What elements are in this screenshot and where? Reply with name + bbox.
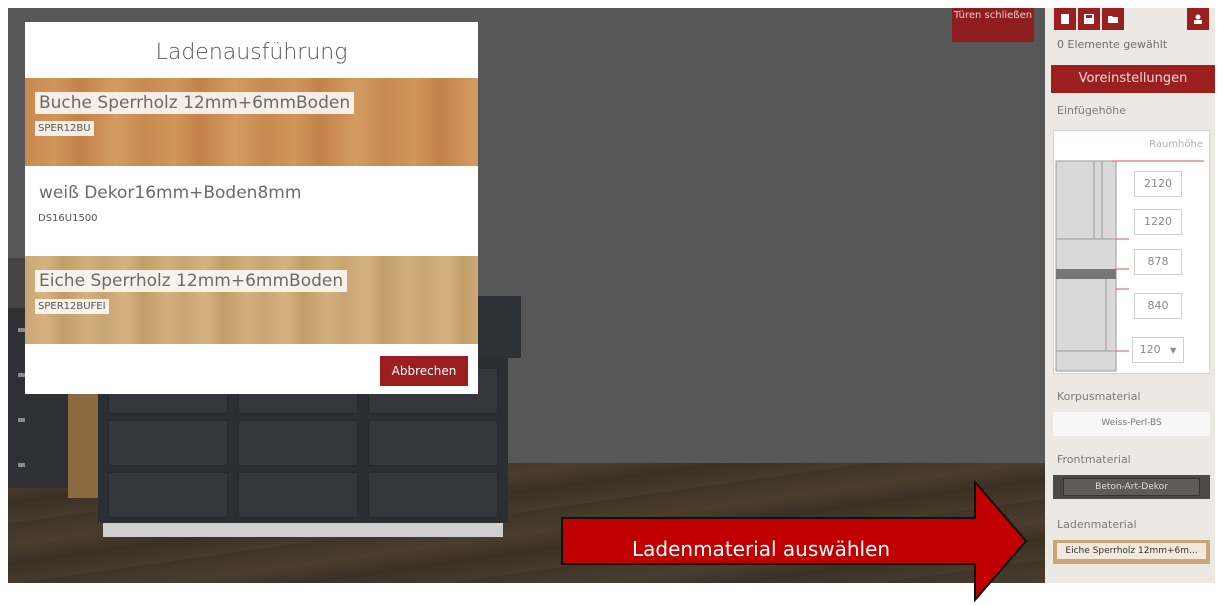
file-icon [1061,14,1069,24]
height-select-120[interactable]: 120 ▼ [1132,337,1184,363]
selection-count: 0 Elemente gewählt [1057,38,1168,51]
drawer [238,472,358,518]
drawer-finish-dialog: Ladenausführung Buche Sperrholz 12mm+6mm… [25,22,478,394]
save-icon [1084,14,1094,24]
drawer [108,472,228,518]
height-select-value: 120 [1139,343,1161,356]
height-field-878[interactable]: 878 [1134,249,1182,275]
front-material-label: Frontmaterial [1057,453,1131,466]
open-folder-button[interactable] [1102,8,1124,30]
body-material-label: Korpusmaterial [1057,390,1141,403]
option-code: DS16U1500 [38,213,98,224]
insert-height-label: Einfügehöhe [1057,104,1127,117]
close-doors-label: Türen schließen [953,10,1033,21]
cabinet-knob [18,463,25,467]
presets-button[interactable]: Voreinstellungen [1051,65,1215,93]
body-material-field[interactable]: Weiss-Perl-BS [1053,412,1210,436]
cabinet-knob [18,418,25,422]
app-screen: Türen schließen 0 Elemente gewählt Vorei… [0,0,1223,605]
user-button[interactable] [1187,8,1209,30]
front-material-field[interactable]: Beton-Art-Dekor [1053,475,1210,499]
cabinet-knob [18,373,25,377]
dresser-plinth [103,523,503,537]
option-weiss-dekor[interactable]: weiß Dekor16mm+Boden8mm DS16U1500 [25,168,478,256]
user-icon [1194,14,1202,24]
option-code: SPER12BUFEI [35,299,109,314]
drawer-material-value: Eiche Sperrholz 12mm+6m... [1057,543,1206,559]
insert-height-diagram: Raumhöhe 2120 1220 878 840 120 ▼ [1053,130,1210,374]
option-name: Eiche Sperrholz 12mm+6mmBoden [35,270,348,292]
option-name: weiß Dekor16mm+Boden8mm [39,183,302,203]
cancel-button[interactable]: Abbrechen [380,356,468,386]
properties-panel: 0 Elemente gewählt Voreinstellungen Einf… [1045,8,1215,583]
close-doors-button[interactable]: Türen schließen [952,8,1034,42]
option-buche-sperrholz[interactable]: Buche Sperrholz 12mm+6mmBoden SPER12BU [25,78,478,166]
drawer [238,420,358,466]
option-eiche-sperrholz[interactable]: Eiche Sperrholz 12mm+6mmBoden SPER12BUFE… [25,256,478,344]
body-material-value: Weiss-Perl-BS [1101,418,1162,428]
drawer [368,472,498,518]
save-button[interactable] [1078,8,1100,30]
drawer [368,420,498,466]
height-field-1220[interactable]: 1220 [1134,209,1182,235]
annotation-text: Ladenmaterial auswählen [632,537,891,561]
front-material-value: Beton-Art-Dekor [1063,478,1200,496]
option-name: Buche Sperrholz 12mm+6mmBoden [35,92,355,114]
drawer-material-label: Ladenmaterial [1057,518,1137,531]
cabinet-knob [18,328,25,332]
drawer-material-field[interactable]: Eiche Sperrholz 12mm+6m... [1053,540,1210,564]
folder-icon [1108,16,1118,23]
height-field-840[interactable]: 840 [1134,293,1182,319]
option-code: SPER12BU [35,121,94,136]
chevron-down-icon: ▼ [1170,346,1177,355]
dialog-title: Ladenausführung [155,40,348,65]
new-file-button[interactable] [1054,8,1076,30]
drawer [108,420,228,466]
height-field-2120[interactable]: 2120 [1134,171,1182,197]
